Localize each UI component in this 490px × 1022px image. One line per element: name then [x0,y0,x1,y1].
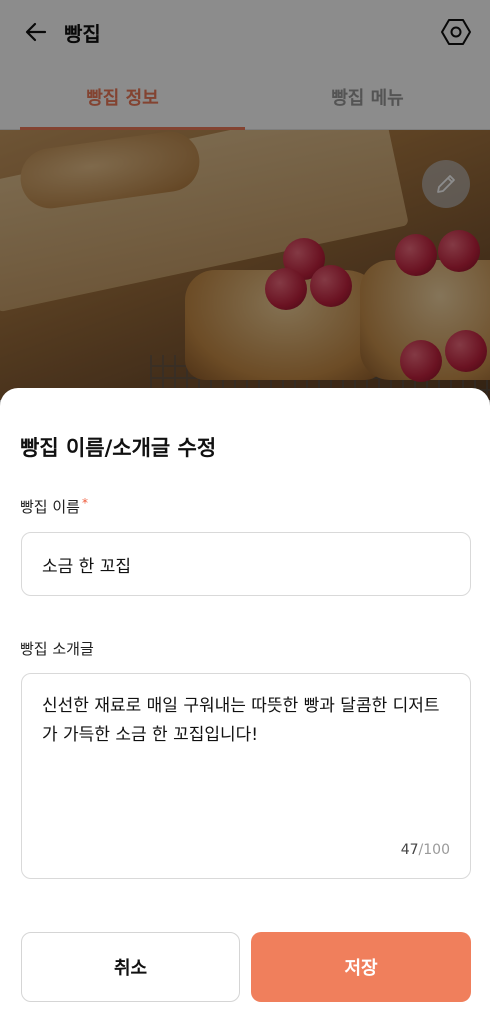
name-label-text: 빵집 이름 [20,498,80,516]
cancel-button[interactable]: 취소 [21,932,240,1002]
char-counter: 47/100 [401,842,450,858]
bakery-name-input[interactable]: 소금 한 꼬집 [21,532,471,596]
edit-bottom-sheet: 빵집 이름/소개글 수정 빵집 이름 * 소금 한 꼬집 빵집 소개글 신선한 재… [0,388,490,1022]
intro-field-label: 빵집 소개글 [20,640,94,658]
save-button[interactable]: 저장 [251,932,471,1002]
sheet-title: 빵집 이름/소개글 수정 [20,436,217,460]
bakery-name-value: 소금 한 꼬집 [42,556,132,577]
name-field-label: 빵집 이름 * [20,496,88,517]
char-max: /100 [418,842,450,858]
bakery-intro-value: 신선한 재료로 매일 구워내는 따뜻한 빵과 달콤한 디저트가 가득한 소금 한… [42,696,440,745]
required-mark: * [81,496,88,510]
char-count: 47 [400,842,419,858]
bakery-intro-textarea[interactable]: 신선한 재료로 매일 구워내는 따뜻한 빵과 달콤한 디저트가 가득한 소금 한… [21,673,471,879]
